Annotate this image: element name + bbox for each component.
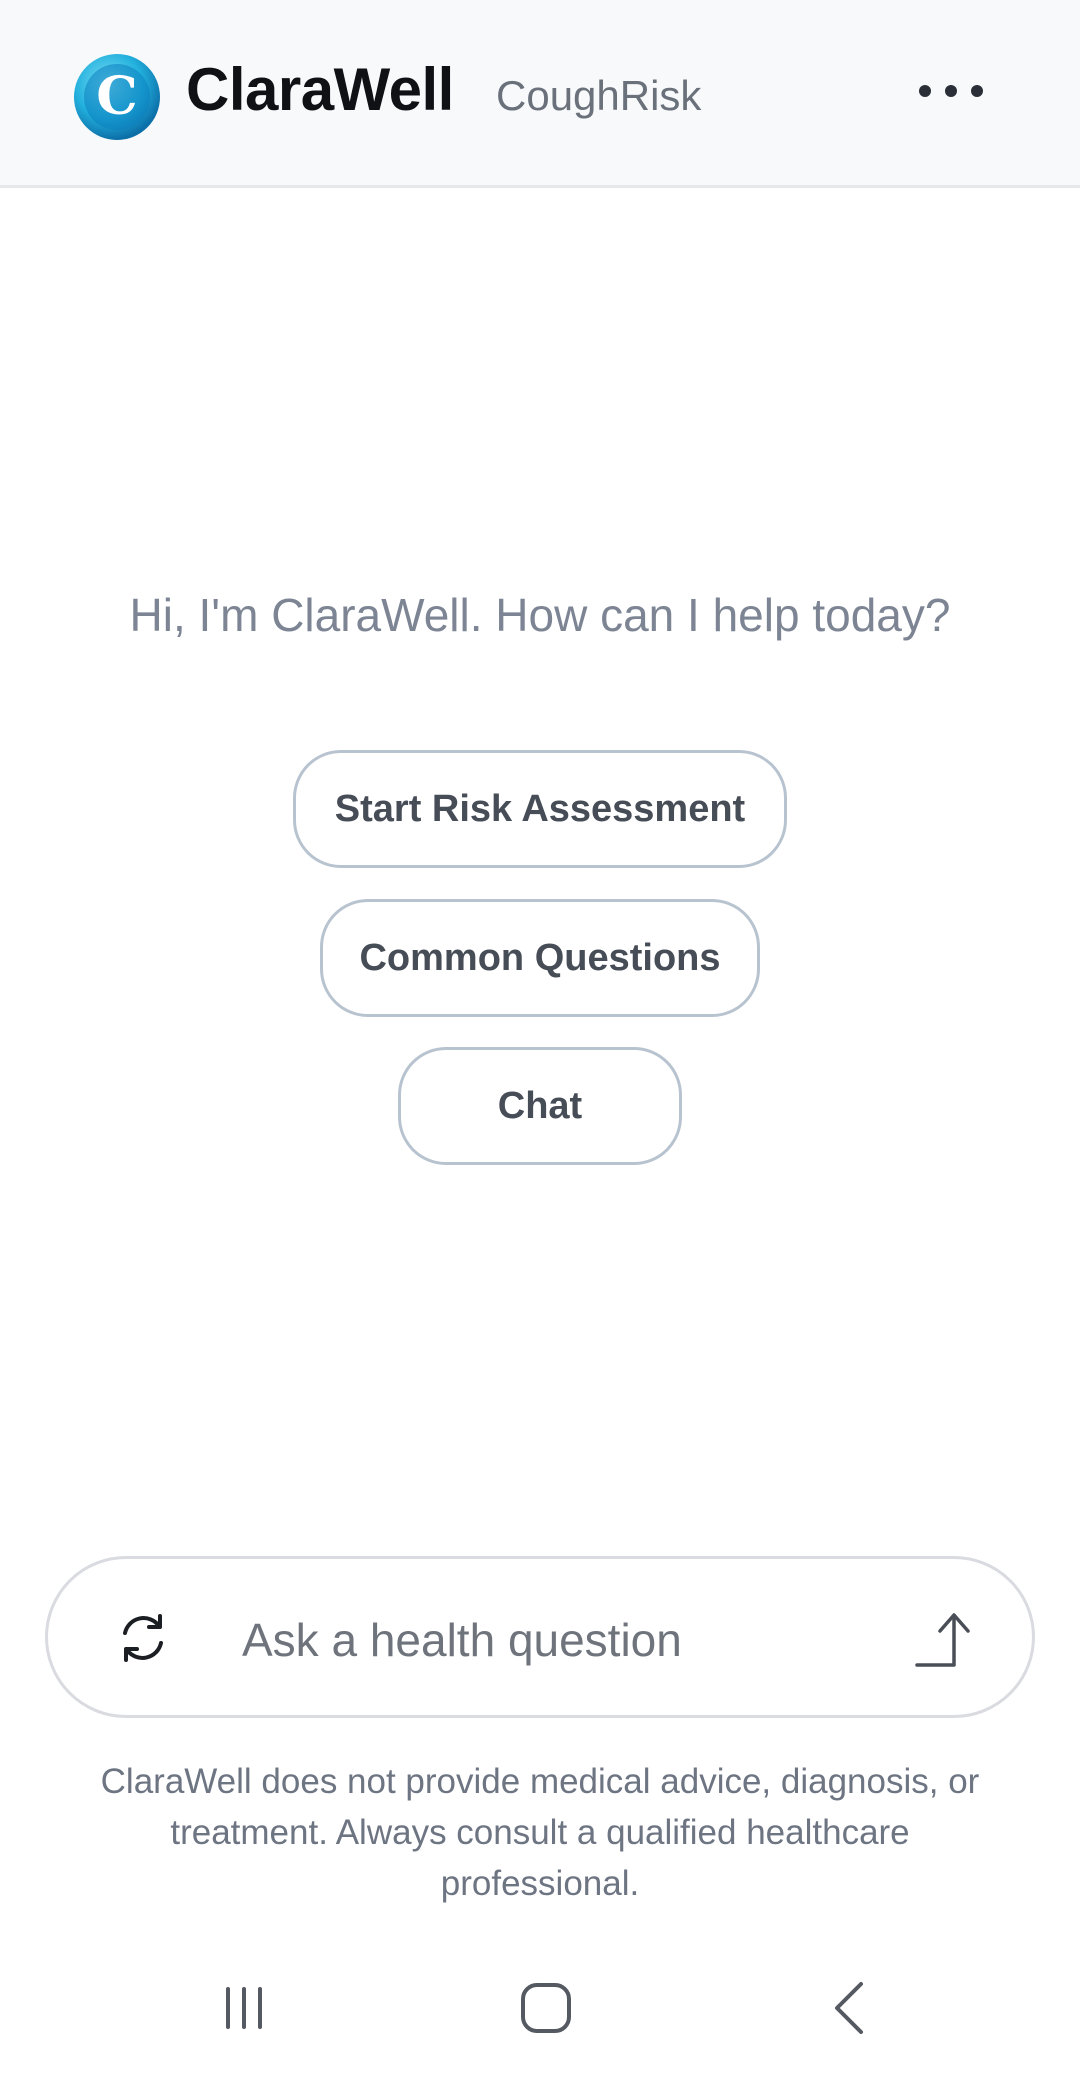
system-nav-bar [0, 1940, 1080, 2076]
brand-name: ClaraWell [186, 56, 454, 123]
chat-button[interactable]: Chat [398, 1047, 682, 1165]
clarawell-logo-icon: C [74, 54, 160, 140]
home-icon [521, 1983, 571, 2033]
more-options-icon [919, 85, 931, 97]
app-header: C ClaraWell CoughRisk [0, 0, 1080, 188]
medical-disclaimer: ClaraWell does not provide medical advic… [100, 1762, 980, 1903]
back-button[interactable] [770, 1940, 930, 2076]
home-button[interactable] [466, 1940, 626, 2076]
start-risk-assessment-button[interactable]: Start Risk Assessment [293, 750, 787, 868]
more-options-button[interactable] [906, 66, 996, 116]
back-icon [835, 1982, 863, 2034]
recents-button[interactable] [164, 1940, 324, 2076]
refresh-icon[interactable] [116, 1611, 170, 1665]
common-questions-button[interactable]: Common Questions [320, 899, 760, 1017]
ask-question-input[interactable] [240, 1599, 884, 1681]
send-arrow-icon[interactable] [914, 1609, 980, 1669]
recents-icon [226, 1987, 262, 2029]
svg-text:C: C [96, 66, 137, 127]
greeting-text: Hi, I'm ClaraWell. How can I help today? [129, 589, 951, 641]
question-composer [45, 1556, 1035, 1718]
product-subtitle: CoughRisk [496, 72, 702, 119]
app-screen: C ClaraWell CoughRisk Hi, I'm ClaraWell.… [0, 0, 1080, 2076]
